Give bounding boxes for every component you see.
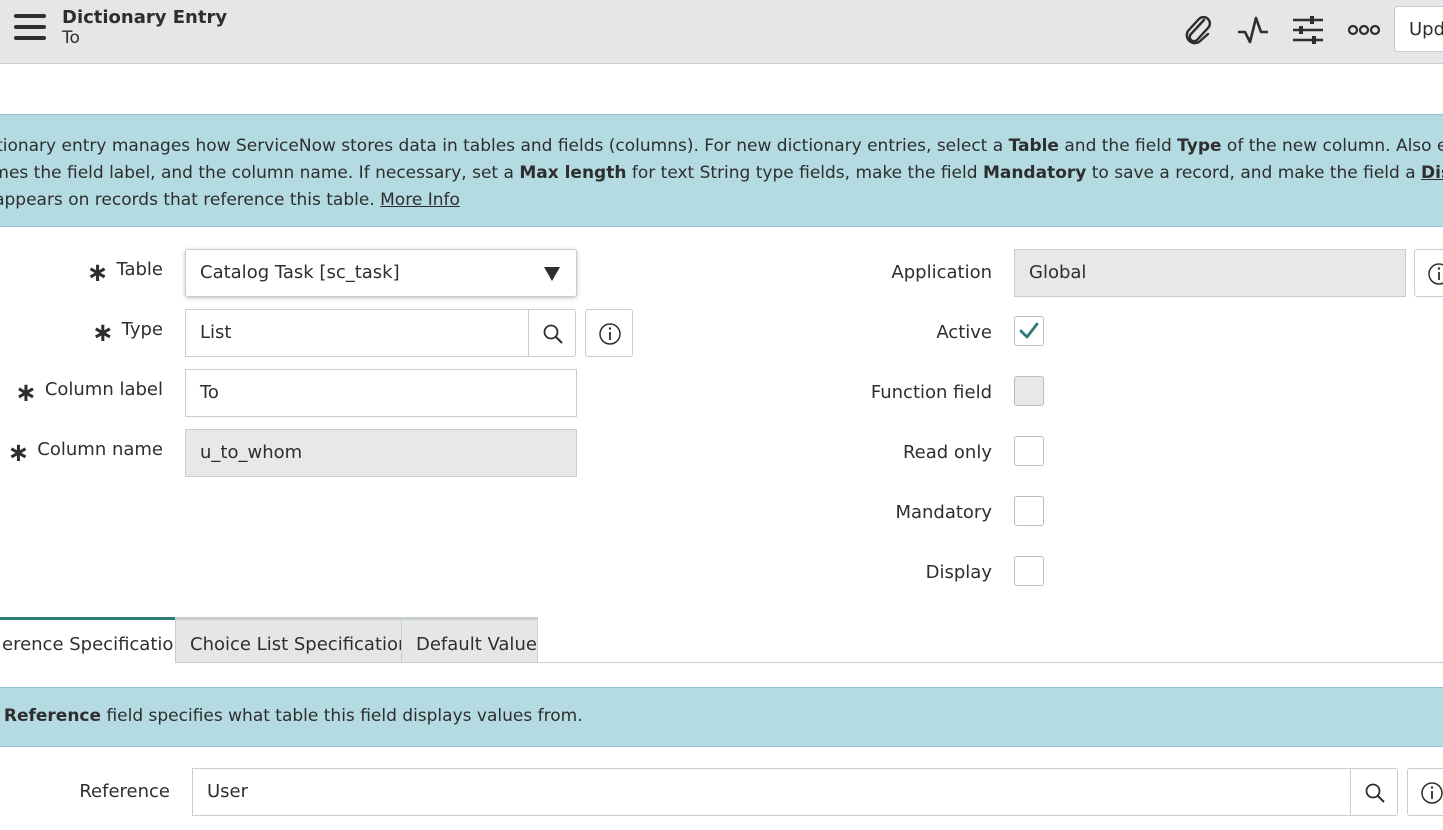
function-field-label: Function field	[870, 382, 992, 403]
more-options-icon[interactable]	[1346, 12, 1382, 48]
active-label: Active	[936, 322, 992, 343]
form-title: Dictionary Entry	[62, 7, 228, 28]
read-only-label: Read only	[902, 442, 992, 463]
info-icon	[1421, 782, 1443, 804]
application-info-button[interactable]	[1414, 249, 1443, 297]
checkmark-icon	[1019, 322, 1039, 339]
read-only-checkbox[interactable]	[1014, 436, 1044, 466]
info-icon	[1428, 263, 1443, 285]
reference-input[interactable]: User	[192, 768, 1351, 816]
attachment-icon[interactable]	[1180, 12, 1216, 48]
reference-label: Reference	[79, 781, 170, 802]
required-icon: ∗	[91, 318, 114, 348]
info-line-2: omes the field label, and the column nam…	[0, 163, 1443, 183]
info-line-1: ictionary entry manages how ServiceNow s…	[0, 136, 1443, 156]
reference-info-button[interactable]	[1407, 768, 1443, 816]
table-label: ∗ Table	[86, 258, 163, 288]
function-field-checkbox	[1014, 376, 1044, 406]
mandatory-checkbox[interactable]	[1014, 496, 1044, 526]
update-button[interactable]: Upd	[1394, 6, 1443, 52]
mandatory-label: Mandatory	[895, 502, 992, 523]
more-info-link[interactable]: More Info	[380, 190, 460, 210]
column-name-input: u_to_whom	[185, 429, 577, 477]
type-info-button[interactable]	[585, 309, 633, 357]
type-input[interactable]: List	[185, 309, 529, 357]
info-line-3: t appears on records that reference this…	[0, 190, 460, 210]
reference-lookup-button[interactable]	[1350, 768, 1398, 816]
tab-reference-specification[interactable]: erence Specification	[0, 617, 185, 663]
type-label: ∗ Type	[91, 318, 163, 348]
info-banner: ictionary entry manages how ServiceNow s…	[0, 114, 1443, 227]
column-name-label: ∗ Column name	[7, 438, 164, 468]
table-select[interactable]: Catalog Task [sc_task]	[185, 249, 577, 297]
column-label-label: ∗ Column label	[15, 378, 163, 408]
record-subtitle: To	[62, 28, 80, 48]
application-label: Application	[891, 262, 992, 283]
required-icon: ∗	[86, 258, 109, 288]
reference-info-banner: e Reference field specifies what table t…	[0, 687, 1443, 747]
display-checkbox[interactable]	[1014, 556, 1044, 586]
search-icon	[1365, 783, 1385, 803]
application-input: Global	[1014, 249, 1406, 297]
tab-choice-list-specification[interactable]: Choice List Specification	[175, 617, 409, 663]
activity-icon[interactable]	[1235, 12, 1271, 48]
form-header: Dictionary Entry To Upd	[0, 0, 1443, 64]
active-checkbox[interactable]	[1014, 316, 1044, 346]
column-label-input[interactable]: To	[185, 369, 577, 417]
search-icon	[543, 324, 563, 344]
info-icon	[599, 323, 621, 345]
settings-sliders-icon[interactable]	[1290, 12, 1326, 48]
required-icon: ∗	[15, 378, 37, 408]
dropdown-caret-icon	[544, 267, 560, 281]
required-icon: ∗	[7, 438, 30, 468]
menu-icon[interactable]	[14, 14, 46, 42]
tab-default-value[interactable]: Default Value	[401, 617, 538, 663]
display-label: Display	[925, 562, 992, 583]
type-lookup-button[interactable]	[528, 309, 576, 357]
